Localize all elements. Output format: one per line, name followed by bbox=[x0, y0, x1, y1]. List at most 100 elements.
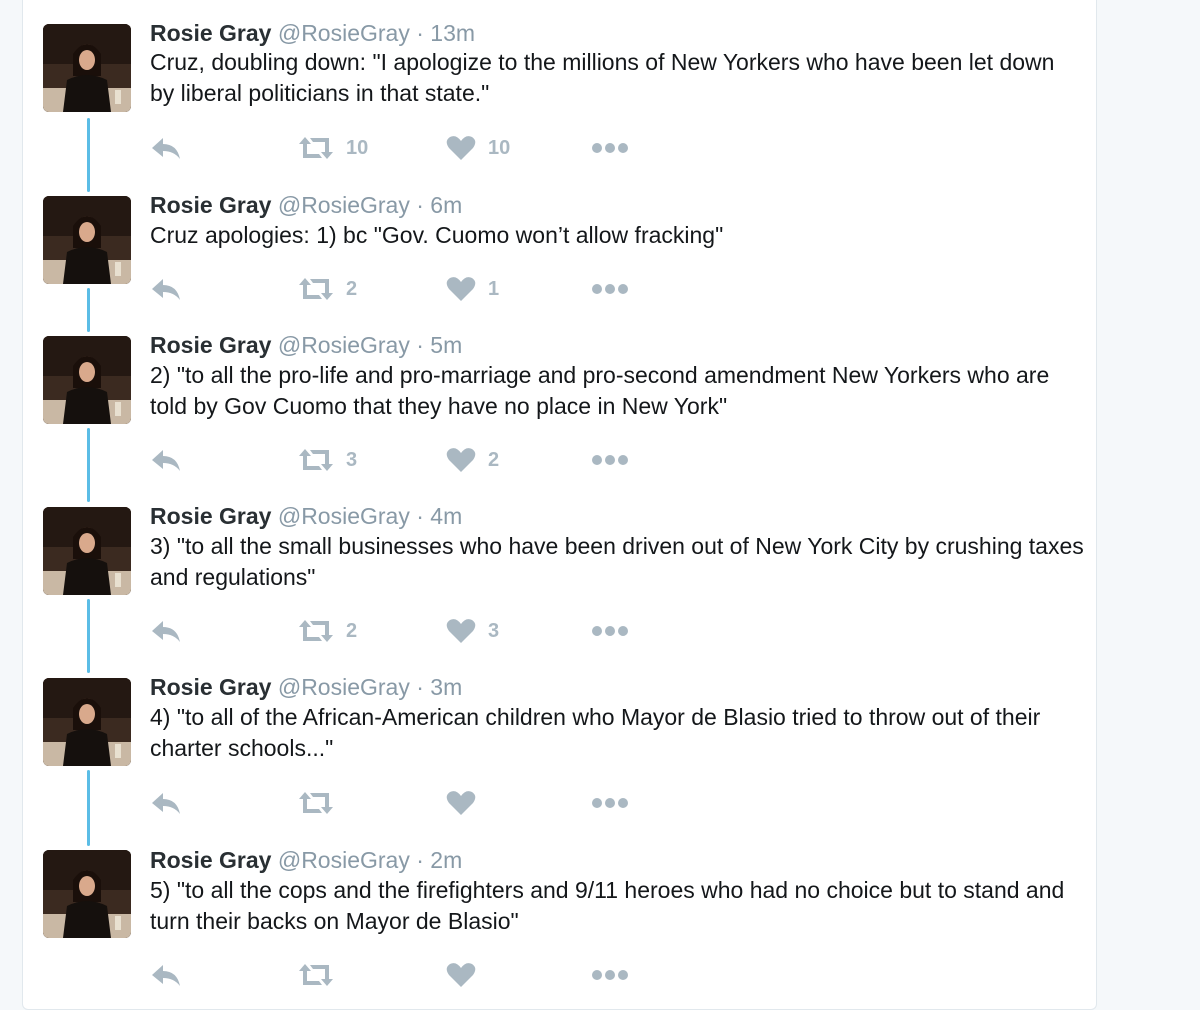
like-button[interactable] bbox=[446, 788, 488, 818]
like-button[interactable]: 10 bbox=[446, 133, 510, 163]
retweet-count: 2 bbox=[346, 277, 358, 300]
retweet-button[interactable]: 3 bbox=[298, 445, 357, 475]
retweet-count: 2 bbox=[346, 619, 358, 642]
retweet-button[interactable]: 2 bbox=[298, 274, 357, 304]
retweet-count: 3 bbox=[346, 448, 358, 471]
reply-icon bbox=[150, 618, 182, 644]
heart-icon bbox=[446, 618, 476, 644]
more-icon bbox=[591, 283, 629, 295]
reply-button[interactable] bbox=[150, 445, 182, 475]
timestamp[interactable]: 5m bbox=[430, 332, 462, 358]
retweet-button[interactable] bbox=[298, 788, 346, 818]
tweet-text: 3) "to all the small businesses who have… bbox=[150, 533, 1084, 590]
thread-line bbox=[87, 118, 90, 192]
tweet-header: Rosie Gray @RosieGray · 13m bbox=[150, 19, 475, 47]
tweet-text: Cruz apologies: 1) bc "Gov. Cuomo won’t … bbox=[150, 222, 724, 248]
tweet-actions: 3 2 bbox=[150, 445, 670, 475]
separator: · bbox=[416, 192, 424, 218]
retweet-button[interactable] bbox=[298, 960, 346, 990]
avatar[interactable] bbox=[43, 507, 131, 595]
user-handle[interactable]: @RosieGray bbox=[278, 20, 410, 46]
avatar[interactable] bbox=[43, 850, 131, 938]
retweet-icon bbox=[298, 618, 334, 644]
tweet-actions bbox=[150, 788, 670, 818]
like-count: 1 bbox=[488, 277, 500, 300]
separator: · bbox=[416, 503, 424, 529]
tweet-actions: 2 3 bbox=[150, 616, 670, 646]
tweet-text: 5) "to all the cops and the firefighters… bbox=[150, 877, 1065, 934]
like-button[interactable]: 1 bbox=[446, 274, 499, 304]
timestamp[interactable]: 6m bbox=[430, 192, 462, 218]
separator: · bbox=[416, 847, 424, 873]
tweet-text: 4) "to all of the African-American child… bbox=[150, 704, 1041, 761]
more-button[interactable] bbox=[591, 133, 629, 163]
user-name[interactable]: Rosie Gray bbox=[150, 20, 271, 46]
tweet-text: 2) "to all the pro-life and pro-marriage… bbox=[150, 362, 1050, 419]
user-handle[interactable]: @RosieGray bbox=[278, 847, 410, 873]
heart-icon bbox=[446, 790, 476, 816]
avatar[interactable] bbox=[43, 336, 131, 424]
like-count: 3 bbox=[488, 619, 500, 642]
avatar[interactable] bbox=[43, 678, 131, 766]
timestamp[interactable]: 13m bbox=[430, 20, 475, 46]
heart-icon bbox=[446, 962, 476, 988]
retweet-icon bbox=[298, 447, 334, 473]
heart-icon bbox=[446, 135, 476, 161]
retweet-icon bbox=[298, 962, 334, 988]
timestamp[interactable]: 4m bbox=[430, 503, 462, 529]
timestamp[interactable]: 2m bbox=[430, 847, 462, 873]
separator: · bbox=[416, 332, 424, 358]
tweet-header: Rosie Gray @RosieGray · 3m bbox=[150, 673, 462, 701]
like-button[interactable]: 2 bbox=[446, 445, 499, 475]
avatar[interactable] bbox=[43, 196, 131, 284]
more-icon bbox=[591, 454, 629, 466]
user-handle[interactable]: @RosieGray bbox=[278, 332, 410, 358]
reply-icon bbox=[150, 135, 182, 161]
reply-button[interactable] bbox=[150, 274, 182, 304]
user-name[interactable]: Rosie Gray bbox=[150, 192, 271, 218]
reply-button[interactable] bbox=[150, 616, 182, 646]
like-button[interactable] bbox=[446, 960, 488, 990]
retweet-button[interactable]: 2 bbox=[298, 616, 357, 646]
tweet-actions bbox=[150, 960, 670, 990]
thread-line bbox=[87, 428, 90, 502]
thread-line bbox=[87, 770, 90, 846]
more-button[interactable] bbox=[591, 616, 629, 646]
user-name[interactable]: Rosie Gray bbox=[150, 503, 271, 529]
user-handle[interactable]: @RosieGray bbox=[278, 503, 410, 529]
tweet-header: Rosie Gray @RosieGray · 4m bbox=[150, 502, 462, 530]
retweet-icon bbox=[298, 790, 334, 816]
reply-button[interactable] bbox=[150, 788, 182, 818]
reply-button[interactable] bbox=[150, 960, 182, 990]
tweet-actions: 10 10 bbox=[150, 133, 670, 163]
like-count: 2 bbox=[488, 448, 500, 471]
user-handle[interactable]: @RosieGray bbox=[278, 674, 410, 700]
user-name[interactable]: Rosie Gray bbox=[150, 332, 271, 358]
user-handle[interactable]: @RosieGray bbox=[278, 192, 410, 218]
reply-icon bbox=[150, 790, 182, 816]
more-icon bbox=[591, 625, 629, 637]
like-count: 10 bbox=[488, 136, 511, 159]
separator: · bbox=[416, 674, 424, 700]
reply-button[interactable] bbox=[150, 133, 182, 163]
reply-icon bbox=[150, 276, 182, 302]
more-button[interactable] bbox=[591, 274, 629, 304]
avatar[interactable] bbox=[43, 24, 131, 112]
retweet-count: 10 bbox=[346, 136, 369, 159]
retweet-button[interactable]: 10 bbox=[298, 133, 368, 163]
timestamp[interactable]: 3m bbox=[430, 674, 462, 700]
more-button[interactable] bbox=[591, 960, 629, 990]
like-button[interactable]: 3 bbox=[446, 616, 499, 646]
timeline-card: Rosie Gray @RosieGray · 13m Cruz, doubli… bbox=[22, 0, 1097, 1010]
tweet-header: Rosie Gray @RosieGray · 2m bbox=[150, 846, 462, 874]
heart-icon bbox=[446, 276, 476, 302]
more-button[interactable] bbox=[591, 445, 629, 475]
more-button[interactable] bbox=[591, 788, 629, 818]
user-name[interactable]: Rosie Gray bbox=[150, 847, 271, 873]
user-name[interactable]: Rosie Gray bbox=[150, 674, 271, 700]
reply-icon bbox=[150, 447, 182, 473]
reply-icon bbox=[150, 962, 182, 988]
heart-icon bbox=[446, 447, 476, 473]
more-icon bbox=[591, 969, 629, 981]
separator: · bbox=[416, 20, 424, 46]
